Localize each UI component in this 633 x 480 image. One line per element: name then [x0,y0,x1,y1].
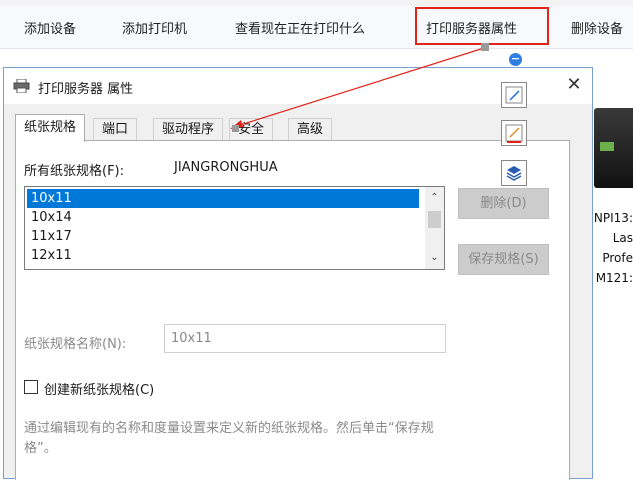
annotation-handle[interactable] [481,43,489,51]
pen-icon[interactable] [501,82,527,108]
annotation-arrow [230,47,485,132]
layers-icon[interactable] [501,160,527,186]
tab-forms[interactable]: 纸张规格 [15,114,86,142]
highlighter-icon[interactable] [501,120,527,146]
minus-circle-icon[interactable]: − [509,53,522,66]
